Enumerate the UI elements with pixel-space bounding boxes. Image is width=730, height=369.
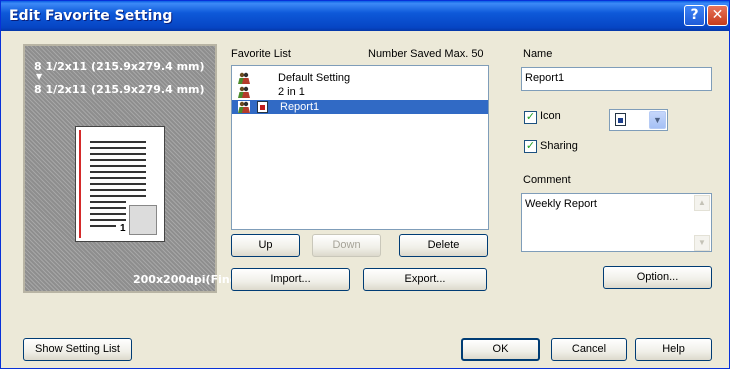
scroll-up-icon[interactable]: ▲	[694, 195, 710, 211]
people-icon	[238, 72, 250, 84]
export-button[interactable]: Export...	[363, 268, 487, 291]
text-line	[90, 201, 126, 203]
number-saved-max-label: Number Saved Max. 50	[368, 48, 484, 60]
list-item-label: Default Setting	[278, 72, 351, 84]
list-item-label: Report1	[280, 101, 320, 113]
delete-button[interactable]: Delete	[399, 234, 488, 257]
favorite-listbox[interactable]: Default Setting 2 in 1 Report1	[231, 65, 489, 230]
text-line	[90, 153, 146, 155]
text-line	[90, 141, 146, 143]
list-item[interactable]: Default Setting	[232, 71, 488, 85]
comment-text: Weekly Report	[525, 198, 597, 210]
name-field[interactable]: Report1	[521, 67, 712, 91]
text-line	[90, 195, 146, 197]
import-button[interactable]: Import...	[231, 268, 350, 291]
help-title-button[interactable]: ?	[684, 5, 705, 26]
show-setting-list-button[interactable]: Show Setting List	[23, 338, 132, 361]
option-button[interactable]: Option...	[603, 266, 712, 289]
preview-panel: 8 1/2x11 (215.9x279.4 mm) ▼ 8 1/2x11 (21…	[23, 44, 242, 293]
list-item-selected[interactable]: Report1	[232, 100, 488, 114]
close-button[interactable]: ✕	[707, 5, 728, 26]
text-line	[90, 207, 126, 209]
icon-select[interactable]: ▼	[609, 109, 668, 131]
ok-button[interactable]: OK	[461, 338, 540, 361]
people-icon	[238, 86, 250, 98]
report-icon	[257, 101, 268, 113]
favorite-list-label: Favorite List	[231, 48, 291, 60]
paper-size-original: 8 1/2x11 (215.9x279.4 mm)	[34, 60, 205, 73]
icon-label: Icon	[540, 110, 561, 122]
page-number: 1	[120, 223, 126, 234]
paper-size-arrow-icon: ▼	[36, 72, 43, 81]
sharing-checkbox[interactable]: ✓	[524, 140, 537, 153]
text-line	[90, 159, 146, 161]
icon-checkbox[interactable]: ✓	[524, 111, 537, 124]
window-title: Edit Favorite Setting	[9, 8, 173, 24]
title-bar: Edit Favorite Setting ? ✕	[1, 1, 729, 31]
up-button[interactable]: Up	[231, 234, 300, 257]
report-icon	[615, 113, 626, 126]
list-item[interactable]: 2 in 1	[232, 85, 488, 99]
thumbnail-box	[129, 205, 157, 235]
text-line	[90, 177, 146, 179]
chevron-down-icon[interactable]: ▼	[649, 111, 666, 129]
help-button[interactable]: Help	[635, 338, 712, 361]
comment-textarea[interactable]: Weekly Report ▲ ▼	[521, 193, 712, 252]
list-item-label: 2 in 1	[278, 86, 305, 98]
resolution-label: 200x200dpi(Fine)	[133, 273, 243, 286]
scroll-down-icon[interactable]: ▼	[694, 235, 710, 251]
name-label: Name	[523, 48, 553, 60]
sharing-label: Sharing	[540, 140, 578, 152]
text-line	[90, 225, 116, 227]
text-line	[90, 165, 146, 167]
text-line	[90, 213, 126, 215]
page-preview: 1	[75, 126, 165, 242]
down-button[interactable]: Down	[312, 234, 381, 257]
binding-margin-line	[79, 130, 81, 238]
text-line	[90, 171, 146, 173]
cancel-button[interactable]: Cancel	[551, 338, 627, 361]
text-line	[90, 183, 146, 185]
edit-favorite-setting-dialog: Edit Favorite Setting ? ✕ 8 1/2x11 (215.…	[0, 0, 730, 369]
text-line	[90, 219, 126, 221]
text-line	[90, 147, 146, 149]
people-icon	[238, 101, 250, 113]
paper-size-output: 8 1/2x11 (215.9x279.4 mm)	[34, 83, 205, 96]
comment-label: Comment	[523, 174, 571, 186]
text-line	[90, 189, 146, 191]
comment-scrollbar[interactable]: ▲ ▼	[694, 195, 710, 252]
